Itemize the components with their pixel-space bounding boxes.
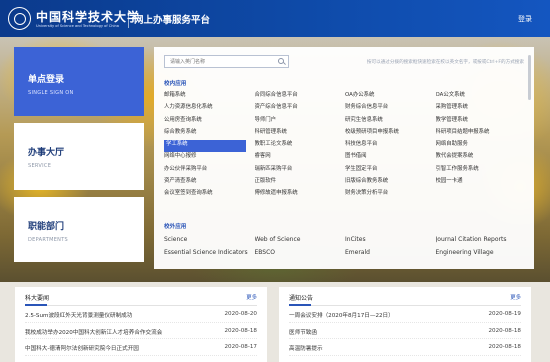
internal-app-link[interactable]: 傅修故遗申报系统 — [255, 189, 346, 201]
news-item[interactable]: 一周会议安排（2020年8月17日—22日） 2020-08-19 — [289, 306, 521, 323]
internal-app-link[interactable]: 科技信息平台 — [345, 140, 436, 152]
news-item[interactable]: 高温防暑提示 2020-08-18 — [289, 339, 521, 356]
news-item-title[interactable]: 我校成功举办2020中国科大创新江人才培养合作交流会 — [25, 328, 215, 336]
external-app-link[interactable]: Web of Science — [255, 235, 346, 248]
external-app-link[interactable]: Emerald — [345, 248, 436, 261]
internal-app-link[interactable]: 睿客网 — [255, 152, 346, 164]
login-link[interactable]: 登录 — [518, 14, 532, 24]
sidebar-item-sublabel: SERVICE — [28, 163, 52, 169]
sidebar-item-sublabel: SINGLE SIGN ON — [28, 90, 74, 96]
news-item-date: 2020-08-20 — [224, 311, 257, 317]
sidebar-item-sso[interactable]: 单点登录 SINGLE SIGN ON — [14, 47, 144, 116]
internal-app-link[interactable]: 科研项目结题申报系统 — [436, 128, 527, 140]
internal-app-link[interactable]: 图书借阅 — [345, 152, 436, 164]
internal-app-link[interactable]: 校级预研项目申报系统 — [345, 128, 436, 140]
internal-app-link[interactable]: 学工系统 — [164, 140, 246, 153]
sidebar-item-label: 职能部门 — [28, 222, 65, 232]
sidebar-item-label: 单点登录 — [28, 75, 65, 85]
notice-title: 通知公告 — [289, 295, 314, 306]
internal-app-link[interactable]: OA办公系统 — [345, 91, 436, 103]
internal-apps-title: 校内应用 — [164, 81, 187, 87]
internal-app-link[interactable]: 校园一卡通 — [436, 177, 527, 189]
internal-app-link[interactable]: 正版软件 — [255, 177, 346, 189]
sidebar-item-sublabel: DEPARTMENTS — [28, 237, 69, 243]
internal-app-link[interactable]: 合同综合信息平台 — [255, 91, 346, 103]
app-search-input[interactable] — [164, 55, 289, 68]
internal-app-link[interactable]: 网络自助服务 — [436, 140, 527, 152]
internal-app-link[interactable]: 导师门户 — [255, 116, 346, 128]
search-hint: 按可以通过分拨的搜索框快速检索在校以英文名字，或按或Ctrl+F的方式搜索 — [366, 60, 524, 65]
sidebar-item-label: 办事大厅 — [28, 148, 65, 158]
news-item[interactable]: 我校成功举办2020中国科大创新江人才培养合作交流会 2020-08-18 — [25, 323, 257, 339]
internal-app-link[interactable]: 科研管理系统 — [255, 128, 346, 140]
panel-scrollbar[interactable] — [528, 55, 531, 100]
notice-header: 通知公告 更多 — [289, 287, 521, 306]
internal-app-link[interactable]: 教职工论文系统 — [255, 140, 346, 152]
news-item-date: 2020-08-17 — [224, 344, 257, 350]
external-app-link[interactable]: Essential Science Indicators — [164, 248, 255, 261]
news-item-date: 2020-08-18 — [488, 344, 521, 350]
internal-app-link[interactable]: 研究生信息系统 — [345, 116, 436, 128]
external-app-link[interactable]: Science — [164, 235, 255, 248]
internal-app-link[interactable]: 人力资源信息化系统 — [164, 103, 255, 115]
internal-app-link[interactable]: 采购管理系统 — [436, 103, 527, 115]
news-item-date: 2020-08-18 — [224, 327, 257, 334]
news-list: 2.5-Sum波段红外天光背景测量仪研制成功 2020-08-20 我校成功举办20… — [25, 306, 257, 356]
top-header: 中国科学技术大学 University of Science and Techn… — [0, 0, 550, 37]
news-item-title[interactable]: 一周会议安排（2020年8月17日—22日） — [289, 311, 479, 319]
notice-more-link[interactable]: 更多 — [510, 293, 521, 301]
news-item[interactable]: 医师节致函 2020-08-18 — [289, 323, 521, 339]
internal-app-link[interactable]: 瑞新匹采购平台 — [255, 165, 346, 177]
external-app-link[interactable]: Engineering Village — [436, 248, 527, 261]
internal-app-link[interactable]: OA公文系统 — [436, 91, 527, 103]
internal-app-link[interactable]: 办公伙伴采购平台 — [164, 165, 255, 177]
internal-app-link[interactable]: 网络中心报修 — [164, 152, 255, 164]
news-item-date: 2020-08-19 — [488, 311, 521, 317]
campus-news-box: 科大要闻 更多 2.5-Sum波段红外天光背景测量仪研制成功 2020-08-20… — [15, 287, 267, 362]
external-apps-grid: Science Web of Science InCites Journal Cita… — [164, 235, 526, 261]
search-icon[interactable] — [278, 58, 284, 64]
news-item-date: 2020-08-18 — [488, 327, 521, 334]
sidebar-item-departments[interactable]: 职能部门 DEPARTMENTS — [14, 197, 144, 262]
notice-box: 通知公告 更多 一周会议安排（2020年8月17日—22日） 2020-08-19… — [279, 287, 531, 362]
internal-app-link[interactable]: 教学管理系统 — [436, 116, 527, 128]
portal-title: 网上办事服务平台 — [134, 15, 211, 26]
university-name: 中国科学技术大学 — [36, 10, 141, 24]
external-apps-title: 校外应用 — [164, 224, 187, 230]
internal-app-link[interactable]: 旧版综合教务系统 — [345, 177, 436, 189]
internal-app-link[interactable]: 资产清查系统 — [164, 177, 255, 189]
internal-app-link[interactable]: 财务综合信息平台 — [345, 103, 436, 115]
internal-app-link[interactable]: 综合教务系统 — [164, 128, 255, 140]
internal-app-link[interactable]: 邮箱系统 — [164, 91, 255, 103]
empty-cell — [436, 189, 527, 201]
news-item[interactable]: 2.5-Sum波段红外天光背景测量仪研制成功 2020-08-20 — [25, 306, 257, 323]
internal-app-link[interactable]: 资产综合信息平台 — [255, 103, 346, 115]
external-app-link[interactable]: InCites — [345, 235, 436, 248]
news-item-title[interactable]: 医师节致函 — [289, 328, 479, 336]
university-logo-icon — [8, 7, 31, 30]
internal-apps-grid: 邮箱系统 合同综合信息平台 OA办公系统 OA公文系统人力资源信息化系统 资产综合信息平… — [164, 91, 526, 202]
internal-app-link[interactable]: 会议室签到查询系统 — [164, 189, 255, 201]
internal-app-link[interactable]: 学生固定平台 — [345, 165, 436, 177]
sidebar-item-service[interactable]: 办事大厅 SERVICE — [14, 123, 144, 190]
news-item[interactable]: 中国科大-德清阿尔法创新研究院今日正式开园 2020-08-17 — [25, 339, 257, 356]
news-more-link[interactable]: 更多 — [246, 293, 257, 301]
external-app-link[interactable]: EBSCO — [255, 248, 346, 261]
news-header: 科大要闻 更多 — [25, 287, 257, 306]
university-name-en: University of Science and Technology of … — [36, 24, 119, 28]
internal-app-link[interactable]: 财务决策分析平台 — [345, 189, 436, 201]
news-title: 科大要闻 — [25, 295, 50, 306]
internal-app-link[interactable]: 公用房查询系统 — [164, 116, 255, 128]
news-item-title[interactable]: 高温防暑提示 — [289, 344, 479, 352]
internal-app-link[interactable]: 引智工作服务系统 — [436, 165, 527, 177]
news-item-title[interactable]: 2.5-Sum波段红外天光背景测量仪研制成功 — [25, 311, 215, 319]
news-item-title[interactable]: 中国科大-德清阿尔法创新研究院今日正式开园 — [25, 344, 215, 352]
external-app-link[interactable]: Journal Citation Reports — [436, 235, 527, 248]
notice-list: 一周会议安排（2020年8月17日—22日） 2020-08-19 医师节致函 202… — [289, 306, 521, 356]
app-panel: 按可以通过分拨的搜索框快速检索在校以英文名字，或按或Ctrl+F的方式搜索 校内… — [154, 47, 534, 269]
internal-app-link[interactable]: 教代会提案系统 — [436, 152, 527, 164]
brand-divider — [128, 10, 129, 28]
